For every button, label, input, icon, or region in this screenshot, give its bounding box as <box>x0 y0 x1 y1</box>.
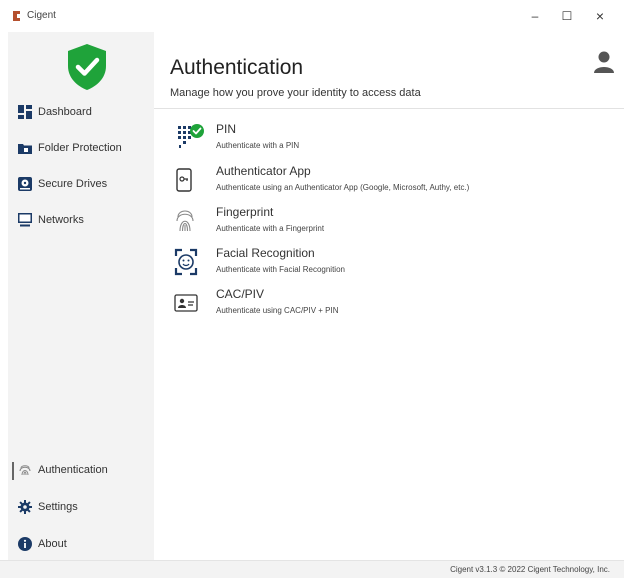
sidebar-item-about[interactable]: About <box>8 532 154 556</box>
auth-method-description: Authenticate with Facial Recognition <box>216 265 345 274</box>
fingerprint-icon <box>176 210 194 232</box>
drive-icon <box>18 177 32 191</box>
sidebar-item-label: About <box>38 538 67 550</box>
auth-method-name: CAC/PIV <box>216 287 265 301</box>
close-icon: × <box>595 8 605 24</box>
dashboard-icon <box>18 105 32 119</box>
maximize-button[interactable]: ☐ <box>557 6 577 26</box>
auth-method-name: Authenticator App <box>216 164 311 178</box>
sidebar-item-settings[interactable]: Settings <box>8 495 154 519</box>
sidebar-item-dashboard[interactable]: Dashboard <box>8 100 154 124</box>
page-subtitle: Manage how you prove your identity to ac… <box>170 87 421 99</box>
page-title: Authentication <box>170 56 304 79</box>
active-indicator <box>12 462 14 480</box>
sidebar-item-folder-protection[interactable]: Folder Protection <box>8 136 154 160</box>
sidebar-item-label: Folder Protection <box>38 142 122 154</box>
monitor-icon <box>18 213 32 227</box>
copyright-text: Cigent v3.1.3 © 2022 Cigent Technology, … <box>450 565 610 574</box>
auth-method-description: Authenticate using an Authenticator App … <box>216 183 470 192</box>
main-panel: Authentication Manage how you prove your… <box>154 32 624 560</box>
fingerprint-icon <box>19 465 31 476</box>
sidebar-item-networks[interactable]: Networks <box>8 208 154 232</box>
auth-method-description: Authenticate with a Fingerprint <box>216 224 325 233</box>
window-title: Cigent <box>27 10 56 21</box>
id-card-icon <box>174 294 198 312</box>
cigent-logo-icon <box>13 11 20 21</box>
auth-method-name: Facial Recognition <box>216 246 315 260</box>
auth-method-cac-piv[interactable]: CAC/PIV Authenticate using CAC/PIV + PIN <box>174 285 614 321</box>
keypad-check-icon <box>178 124 204 148</box>
title-bar: Cigent – ☐ × <box>0 0 624 32</box>
sidebar-item-label: Authentication <box>38 464 108 476</box>
sidebar-item-authentication[interactable]: Authentication <box>8 458 154 482</box>
auth-method-pin[interactable]: PIN Authenticate with a PIN <box>174 120 614 156</box>
shield-check-icon <box>68 44 106 90</box>
face-scan-icon <box>174 248 198 276</box>
phone-key-icon <box>176 168 192 192</box>
close-button[interactable]: × <box>590 6 610 26</box>
auth-method-description: Authenticate using CAC/PIV + PIN <box>216 306 339 315</box>
auth-method-fingerprint[interactable]: Fingerprint Authenticate with a Fingerpr… <box>174 203 614 239</box>
folder-icon <box>18 144 32 154</box>
auth-method-name: Fingerprint <box>216 205 274 219</box>
info-icon <box>18 537 32 551</box>
user-icon[interactable] <box>594 50 614 74</box>
auth-method-facial-recognition[interactable]: Facial Recognition Authenticate with Fac… <box>174 244 614 280</box>
gear-icon <box>18 500 32 514</box>
sidebar: Dashboard Folder Protection Secure Drive… <box>8 32 154 560</box>
header-divider <box>154 108 624 109</box>
auth-method-description: Authenticate with a PIN <box>216 141 300 150</box>
sidebar-item-label: Dashboard <box>38 106 92 118</box>
sidebar-item-label: Secure Drives <box>38 178 108 190</box>
sidebar-item-label: Networks <box>38 214 84 226</box>
status-bar: Cigent v3.1.3 © 2022 Cigent Technology, … <box>0 560 624 578</box>
auth-method-name: PIN <box>216 122 237 136</box>
minimize-icon: – <box>531 9 539 23</box>
minimize-button[interactable]: – <box>525 6 545 26</box>
maximize-icon: ☐ <box>561 9 573 23</box>
sidebar-item-secure-drives[interactable]: Secure Drives <box>8 172 154 196</box>
auth-method-authenticator-app[interactable]: Authenticator App Authenticate using an … <box>174 162 614 198</box>
sidebar-item-label: Settings <box>38 501 78 513</box>
